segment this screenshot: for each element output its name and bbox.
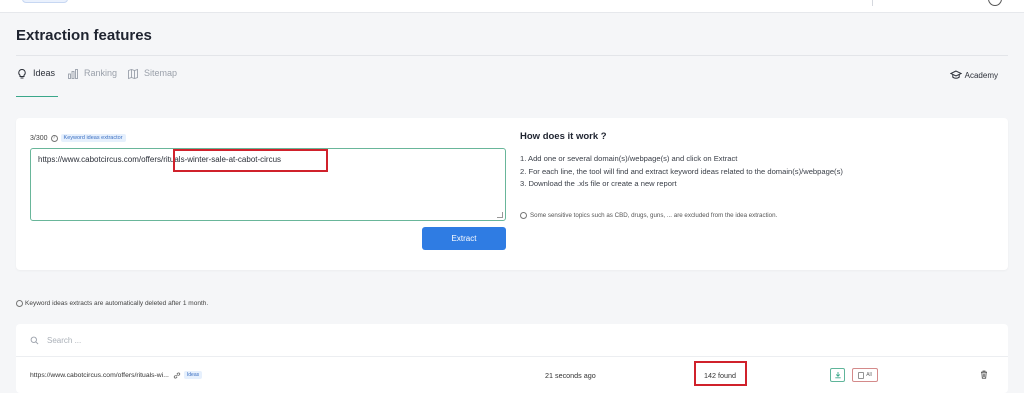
download-icon xyxy=(834,372,841,379)
report-icon xyxy=(858,371,864,379)
info-icon xyxy=(16,300,23,307)
link-icon[interactable] xyxy=(173,371,181,379)
map-icon xyxy=(128,68,138,80)
table-row[interactable]: https://www.cabotcircus.com/offers/ritua… xyxy=(16,358,1008,393)
how-it-works-title: How does it work ? xyxy=(520,131,607,142)
quota-value: 3/300 xyxy=(30,134,48,142)
retention-notice: Keyword ideas extracts are automatically… xyxy=(16,300,208,307)
user-icon[interactable] xyxy=(988,0,1002,6)
academy-link[interactable]: Academy xyxy=(949,70,998,80)
help-icon xyxy=(520,212,527,219)
help-icon[interactable]: ? xyxy=(50,134,58,142)
title-divider xyxy=(16,55,1008,56)
top-bar-divider xyxy=(872,0,873,6)
graduation-cap-icon xyxy=(949,70,962,79)
tab-ranking-label: Ranking xyxy=(84,68,118,78)
search-input[interactable] xyxy=(47,335,347,345)
row-time: 21 seconds ago xyxy=(545,371,596,380)
retention-text: Keyword ideas extracts are automatically… xyxy=(25,300,209,307)
search-icon xyxy=(30,336,39,344)
how-step: 3. Download the .xls file or create a ne… xyxy=(520,179,677,188)
extractor-tag: Keyword ideas extractor xyxy=(60,134,126,142)
how-step: 2. For each line, the tool will find and… xyxy=(520,166,843,176)
row-url-text: https://www.cabotcircus.com/offers/ritua… xyxy=(30,371,169,379)
tab-sitemap-label: Sitemap xyxy=(144,68,178,78)
tab-ranking[interactable]: Ranking xyxy=(67,68,117,97)
trash-icon[interactable] xyxy=(980,370,988,379)
create-report-all-button[interactable]: All xyxy=(852,368,878,382)
search-bar xyxy=(16,324,1008,357)
all-label: All xyxy=(866,372,872,378)
extractor-card: 3/300 ? Keyword ideas extractor https://… xyxy=(16,118,1008,270)
tab-ideas-label: Ideas xyxy=(33,68,56,78)
annotation-highlight-found xyxy=(694,361,747,386)
tab-ideas[interactable]: Ideas xyxy=(16,68,59,97)
row-url: https://www.cabotcircus.com/offers/ritua… xyxy=(30,371,203,379)
page-title: Extraction features xyxy=(16,27,152,44)
lightbulb-icon xyxy=(18,68,26,79)
bar-chart-icon xyxy=(68,69,78,79)
academy-label: Academy xyxy=(964,70,998,80)
results-table: https://www.cabotcircus.com/offers/ritua… xyxy=(16,324,1008,393)
top-bar xyxy=(0,0,1024,13)
sensitive-topics-note: Some sensitive topics such as CBD, drugs… xyxy=(520,212,777,219)
quota-counter: 3/300 ? Keyword ideas extractor xyxy=(30,134,126,142)
tab-sitemap[interactable]: Sitemap xyxy=(127,68,177,97)
row-tag: Ideas xyxy=(183,371,203,379)
top-bar-badge[interactable] xyxy=(22,0,68,3)
resize-handle-icon[interactable] xyxy=(497,212,503,218)
how-step: 1. Add one or several domain(s)/webpage(… xyxy=(520,154,738,163)
annotation-highlight-url xyxy=(173,149,328,172)
download-button[interactable] xyxy=(830,368,845,382)
how-it-works-steps: 1. Add one or several domain(s)/webpage(… xyxy=(520,153,843,191)
sensitive-topics-text: Some sensitive topics such as CBD, drugs… xyxy=(530,212,778,219)
extract-button[interactable]: Extract xyxy=(422,227,506,250)
